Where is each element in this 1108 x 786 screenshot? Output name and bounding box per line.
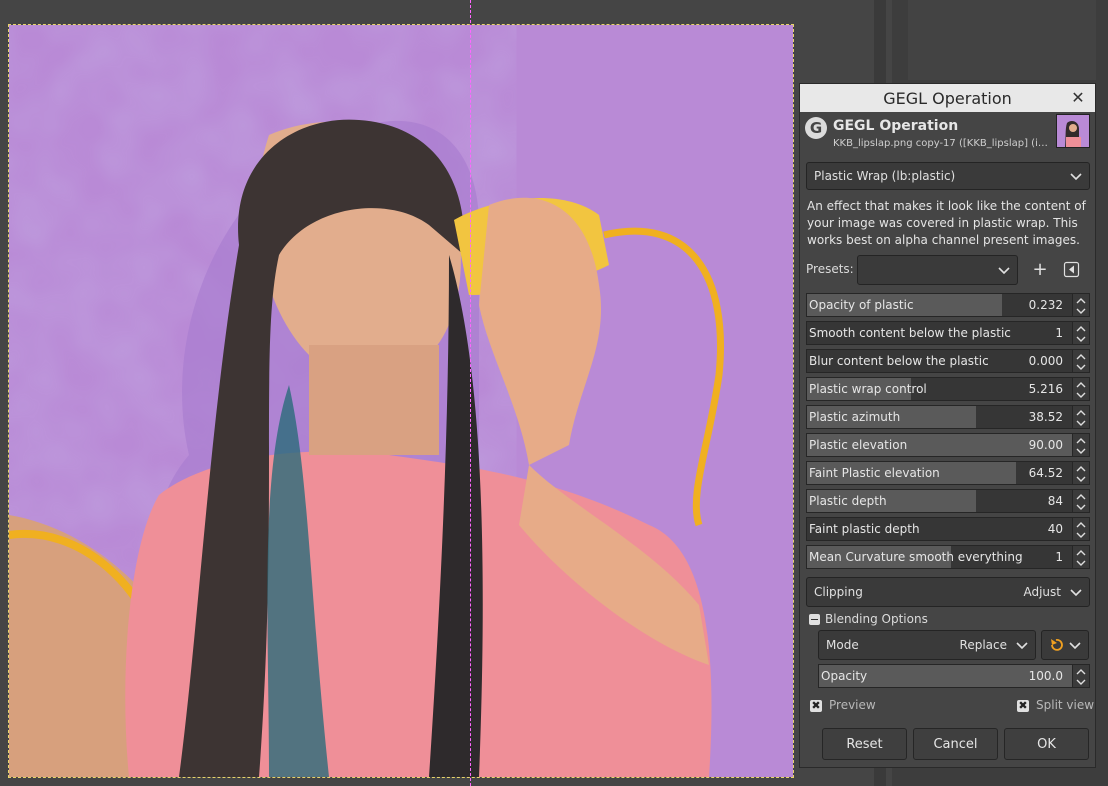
param-spinner[interactable] [1072, 322, 1089, 344]
right-dock-inner [908, 0, 1096, 80]
param-slider[interactable]: Opacity of plastic 0.232 [806, 293, 1090, 317]
blending-options-label[interactable]: Blending Options [825, 612, 928, 626]
chevron-down-icon [1069, 642, 1081, 650]
ok-button[interactable]: OK [1004, 728, 1089, 760]
undo-arrow-icon [1051, 639, 1063, 651]
param-label: Opacity of plastic [809, 298, 914, 312]
composite-mode-select[interactable] [1041, 630, 1089, 660]
chevron-down-icon [1070, 173, 1082, 181]
opacity-spinner[interactable] [1072, 665, 1089, 687]
preview-checkbox[interactable]: ✖ [810, 700, 822, 712]
param-value: 64.52 [1028, 466, 1063, 480]
presets-select[interactable] [857, 255, 1018, 285]
param-spinner[interactable] [1072, 518, 1089, 540]
dialog-title: GEGL Operation [883, 88, 1012, 108]
param-value: 1 [1055, 326, 1063, 340]
layer-thumbnail [1056, 114, 1090, 148]
param-label: Plastic elevation [809, 438, 908, 452]
operation-value: Plastic Wrap (lb:plastic) [814, 169, 956, 183]
param-value: 90.00 [1028, 438, 1063, 452]
param-slider[interactable]: Faint plastic depth 40 [806, 517, 1090, 541]
param-spinner[interactable] [1072, 350, 1089, 372]
gegl-logo-icon: G [805, 117, 827, 139]
param-slider[interactable]: Mean Curvature smooth everything 1 [806, 545, 1090, 569]
operation-select[interactable]: Plastic Wrap (lb:plastic) [806, 162, 1090, 190]
param-slider[interactable]: Plastic elevation 90.00 [806, 433, 1090, 457]
image-canvas[interactable] [8, 24, 794, 778]
param-value: 84 [1047, 494, 1063, 508]
operation-description: An effect that makes it look like the co… [807, 199, 1086, 247]
param-slider[interactable]: Faint Plastic elevation 64.52 [806, 461, 1090, 485]
collapse-toggle-icon[interactable] [809, 614, 820, 625]
preview-label: Preview [829, 698, 876, 712]
dialog-titlebar[interactable]: GEGL Operation ✕ [800, 84, 1095, 112]
preset-menu-icon[interactable] [1063, 261, 1080, 278]
param-slider[interactable]: Plastic wrap control 5.216 [806, 377, 1090, 401]
param-spinner[interactable] [1072, 546, 1089, 568]
param-value: 0.000 [1028, 354, 1063, 368]
reset-button[interactable]: Reset [822, 728, 907, 760]
split-view-checkbox[interactable]: ✖ [1017, 700, 1029, 712]
split-view-label: Split view [1036, 698, 1095, 712]
param-spinner[interactable] [1072, 462, 1089, 484]
chevron-down-icon [1070, 589, 1082, 597]
param-label: Plastic azimuth [809, 410, 901, 424]
param-label: Plastic depth [809, 494, 887, 508]
param-slider[interactable]: Plastic azimuth 38.52 [806, 405, 1090, 429]
param-label: Blur content below the plastic [809, 354, 989, 368]
param-spinner[interactable] [1072, 490, 1089, 512]
opacity-value: 100.0 [1028, 669, 1063, 683]
presets-label: Presets: [806, 262, 854, 276]
param-spinner[interactable] [1072, 406, 1089, 428]
close-icon[interactable]: ✕ [1069, 88, 1087, 107]
dialog-header: G GEGL Operation KKB_lipslap.png copy-17… [800, 112, 1095, 156]
param-label: Smooth content below the plastic [809, 326, 1011, 340]
param-label: Mean Curvature smooth everything [809, 550, 1023, 564]
split-view-guide[interactable] [470, 0, 471, 786]
param-spinner[interactable] [1072, 294, 1089, 316]
clipping-label: Clipping [814, 585, 863, 599]
param-label: Faint Plastic elevation [809, 466, 940, 480]
opacity-slider[interactable]: Opacity 100.0 [818, 664, 1090, 688]
mode-select[interactable]: Mode Replace [818, 630, 1036, 660]
chevron-down-icon [998, 267, 1010, 275]
param-value: 38.52 [1028, 410, 1063, 424]
header-title: GEGL Operation [833, 118, 959, 134]
param-label: Plastic wrap control [809, 382, 927, 396]
clipping-select[interactable]: Clipping Adjust [806, 577, 1090, 607]
param-slider[interactable]: Smooth content below the plastic 1 [806, 321, 1090, 345]
param-spinner[interactable] [1072, 434, 1089, 456]
param-value: 5.216 [1028, 382, 1063, 396]
param-spinner[interactable] [1072, 378, 1089, 400]
add-preset-icon[interactable]: + [1030, 260, 1050, 280]
param-slider[interactable]: Plastic depth 84 [806, 489, 1090, 513]
param-value: 0.232 [1028, 298, 1063, 312]
param-slider[interactable]: Blur content below the plastic 0.000 [806, 349, 1090, 373]
photo-render [9, 25, 793, 777]
chevron-down-icon [1016, 642, 1028, 650]
param-label: Faint plastic depth [809, 522, 920, 536]
header-subtitle: KKB_lipslap.png copy-17 ([KKB_lipslap] (… [833, 138, 1053, 149]
mode-value: Replace [959, 638, 1007, 652]
param-value: 40 [1047, 522, 1063, 536]
clipping-value: Adjust [1023, 585, 1061, 599]
gegl-operation-dialog: GEGL Operation ✕ G GEGL Operation KKB_li… [799, 83, 1096, 768]
opacity-label: Opacity [821, 669, 868, 683]
cancel-button[interactable]: Cancel [913, 728, 998, 760]
mode-label: Mode [826, 638, 859, 652]
param-value: 1 [1055, 550, 1063, 564]
